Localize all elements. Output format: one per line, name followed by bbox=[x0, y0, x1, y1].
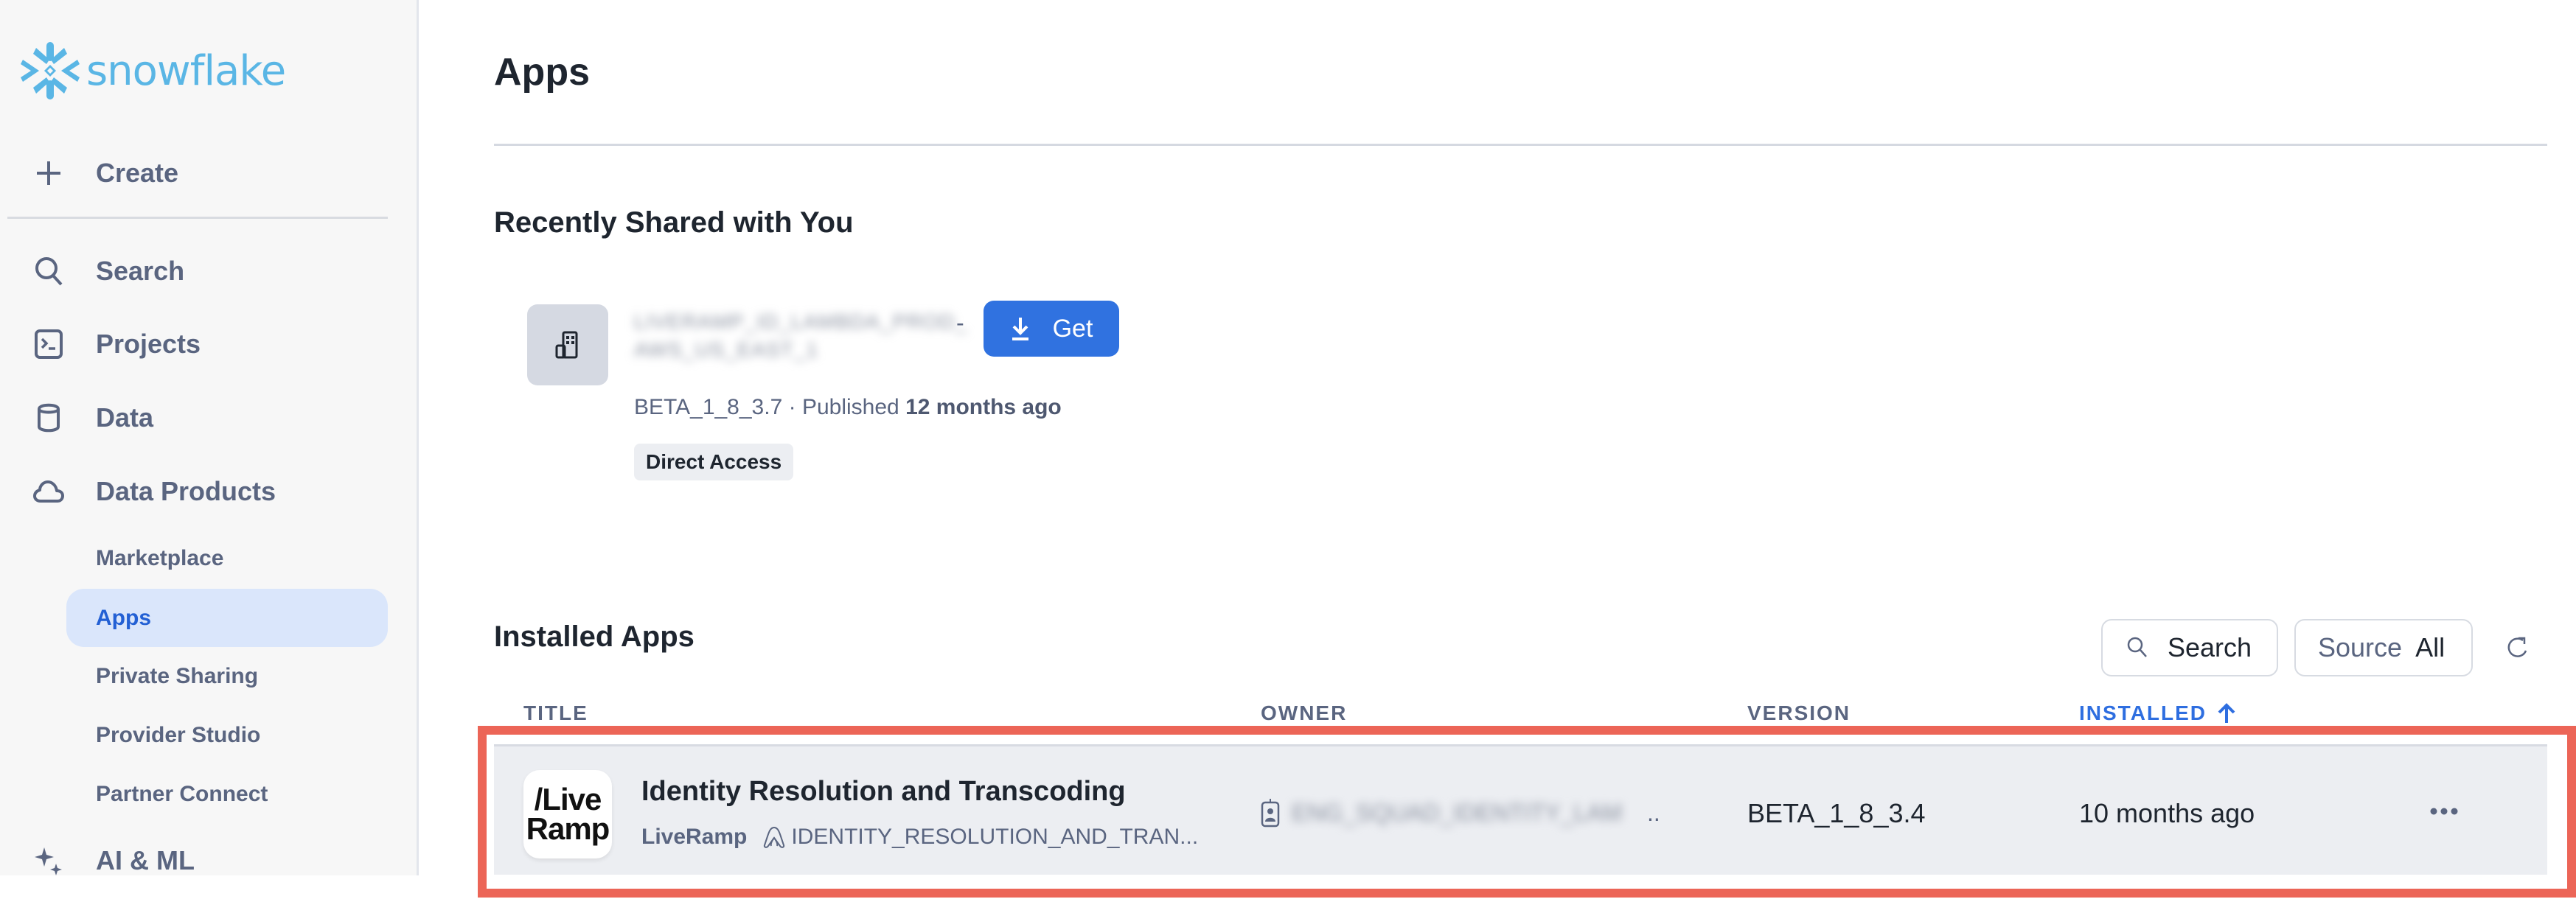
get-button[interactable]: Get bbox=[984, 301, 1119, 357]
database-icon bbox=[32, 402, 65, 434]
column-header-label: INSTALLED bbox=[2079, 702, 2207, 724]
main-content: Apps Recently Shared with You LIVERAMP_I… bbox=[420, 0, 2576, 899]
refresh-button[interactable] bbox=[2501, 631, 2535, 665]
sidebar-item-label: Data bbox=[96, 402, 154, 433]
app-subtitle: LiveRamp IDENTITY_RESOLUTION_AND_TRAN... bbox=[641, 825, 1198, 850]
app-logo-line1: /Live bbox=[534, 782, 602, 816]
create-label: Create bbox=[96, 158, 179, 188]
sidebar-item-label: Data Products bbox=[96, 476, 276, 506]
sidebar-item-projects[interactable]: Projects bbox=[0, 318, 391, 371]
installed-apps-title: Installed Apps bbox=[494, 620, 695, 653]
create-button[interactable]: Create bbox=[0, 147, 391, 200]
app-logo-line2: Ramp bbox=[526, 811, 610, 846]
owner-cell: ENG_SQUAD_IDENTITY_LAM .. bbox=[1261, 798, 1660, 828]
sort-ascending-icon bbox=[2218, 703, 2235, 723]
sidebar-item-label: Marketplace bbox=[96, 545, 224, 570]
get-label: Get bbox=[1052, 314, 1093, 343]
listing-name[interactable]: LIVERAMP_ID_LAMBDA_PROD_ AWS_US_EAST_1 bbox=[634, 308, 967, 364]
app-title[interactable]: Identity Resolution and Transcoding bbox=[641, 776, 1126, 808]
more-actions-button[interactable] bbox=[2426, 797, 2462, 826]
sidebar-item-label: Partner Connect bbox=[96, 781, 268, 806]
sidebar-divider bbox=[7, 217, 388, 219]
search-icon bbox=[32, 255, 65, 287]
listing-icon[interactable] bbox=[527, 304, 608, 385]
listing-dash: - bbox=[956, 309, 964, 336]
sidebar-item-data[interactable]: Data bbox=[0, 391, 391, 444]
cloud-icon bbox=[32, 475, 65, 508]
plus-icon bbox=[32, 157, 65, 189]
version-cell: BETA_1_8_3.4 bbox=[1747, 798, 1926, 828]
published-prefix: Published bbox=[801, 395, 899, 419]
app-database: IDENTITY_RESOLUTION_AND_TRAN... bbox=[762, 825, 1198, 850]
sidebar-item-label: Private Sharing bbox=[96, 663, 259, 688]
direct-access-tag: Direct Access bbox=[634, 444, 794, 480]
title-divider bbox=[494, 144, 2547, 146]
refresh-icon bbox=[2507, 637, 2527, 657]
sidebar-item-label: Projects bbox=[96, 329, 201, 359]
search-label: Search bbox=[2168, 632, 2252, 662]
column-header-installed[interactable]: INSTALLED bbox=[2079, 702, 2236, 725]
download-icon bbox=[1012, 318, 1028, 340]
column-header-title[interactable]: TITLE bbox=[523, 702, 588, 725]
source-filter[interactable]: Source All bbox=[2294, 619, 2473, 676]
app-provider: LiveRamp bbox=[641, 825, 748, 849]
sidebar-item-apps[interactable]: Apps bbox=[66, 589, 388, 647]
search-button[interactable]: Search bbox=[2101, 619, 2278, 676]
recently-shared-title: Recently Shared with You bbox=[494, 206, 854, 239]
terminal-icon bbox=[32, 328, 65, 360]
sidebar-item-partner-connect[interactable]: Partner Connect bbox=[66, 765, 388, 823]
snowflake-logo[interactable]: snowflake bbox=[20, 41, 286, 101]
more-horizontal-icon bbox=[2430, 808, 2458, 815]
sidebar-item-search[interactable]: Search bbox=[0, 245, 391, 298]
owner-ellipsis: .. bbox=[1647, 799, 1660, 826]
page-title: Apps bbox=[494, 51, 590, 94]
published-time: 12 months ago bbox=[905, 395, 1062, 419]
sidebar-item-label: Apps bbox=[96, 605, 151, 630]
listing-version: BETA_1_8_3.7 bbox=[634, 395, 783, 419]
listing-meta: BETA_1_8_3.7 · Published 12 months ago bbox=[634, 395, 1062, 420]
installed-cell: 10 months ago bbox=[2079, 798, 2255, 828]
brand-name: snowflake bbox=[86, 46, 286, 95]
sidebar-item-label: Provider Studio bbox=[96, 722, 261, 747]
column-header-version[interactable]: VERSION bbox=[1747, 702, 1851, 725]
role-badge-icon bbox=[1261, 799, 1280, 828]
owner-name: ENG_SQUAD_IDENTITY_LAM bbox=[1292, 799, 1623, 826]
app-database-name: IDENTITY_RESOLUTION_AND_TRAN... bbox=[791, 825, 1199, 849]
table-row[interactable]: /Live Ramp Identity Resolution and Trans… bbox=[494, 744, 2547, 875]
meta-separator: · bbox=[788, 395, 796, 419]
sparkle-icon bbox=[32, 844, 65, 877]
search-icon bbox=[2127, 637, 2147, 657]
sidebar-item-label: AI & ML bbox=[96, 845, 195, 875]
sidebar-item-ai-ml[interactable]: AI & ML bbox=[0, 834, 391, 887]
sidebar-item-provider-studio[interactable]: Provider Studio bbox=[66, 706, 388, 764]
building-icon bbox=[555, 331, 578, 359]
sidebar-item-data-products[interactable]: Data Products bbox=[0, 465, 391, 518]
sidebar-item-label: Search bbox=[96, 256, 185, 286]
sidebar-item-marketplace[interactable]: Marketplace bbox=[66, 529, 388, 587]
liveramp-logo: /Live Ramp bbox=[523, 770, 612, 858]
source-filter-key: Source bbox=[2318, 632, 2403, 662]
sidebar: snowflake Create Search Projects Data Da… bbox=[0, 0, 419, 875]
snowflake-icon bbox=[21, 42, 80, 99]
sidebar-item-private-sharing[interactable]: Private Sharing bbox=[66, 647, 388, 705]
application-icon bbox=[764, 826, 785, 848]
source-filter-value: All bbox=[2415, 632, 2446, 662]
column-header-owner[interactable]: OWNER bbox=[1261, 702, 1347, 725]
